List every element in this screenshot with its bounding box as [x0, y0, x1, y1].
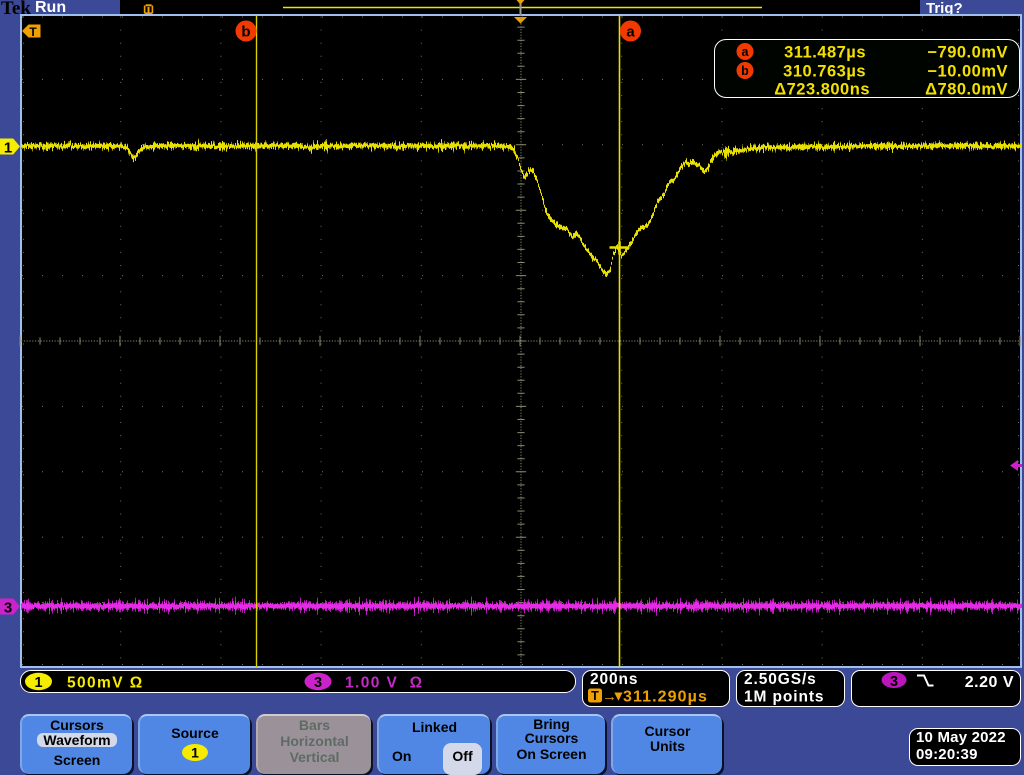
svg-text:1: 1: [191, 745, 199, 761]
svg-text:3: 3: [890, 674, 898, 690]
svg-text:1: 1: [34, 675, 42, 691]
svg-text:2.20 V: 2.20 V: [965, 674, 1014, 691]
svg-text:500mV Ω: 500mV Ω: [67, 675, 144, 692]
svg-text:1M points: 1M points: [744, 689, 824, 706]
svg-text:T: T: [591, 689, 599, 703]
svg-text:1.00 V Ω: 1.00 V Ω: [345, 675, 423, 692]
svg-text:3: 3: [314, 675, 322, 691]
svg-text:311.290µs: 311.290µs: [623, 689, 708, 706]
svg-text:200ns: 200ns: [590, 671, 638, 688]
svg-text:2.50GS/s: 2.50GS/s: [744, 671, 817, 688]
